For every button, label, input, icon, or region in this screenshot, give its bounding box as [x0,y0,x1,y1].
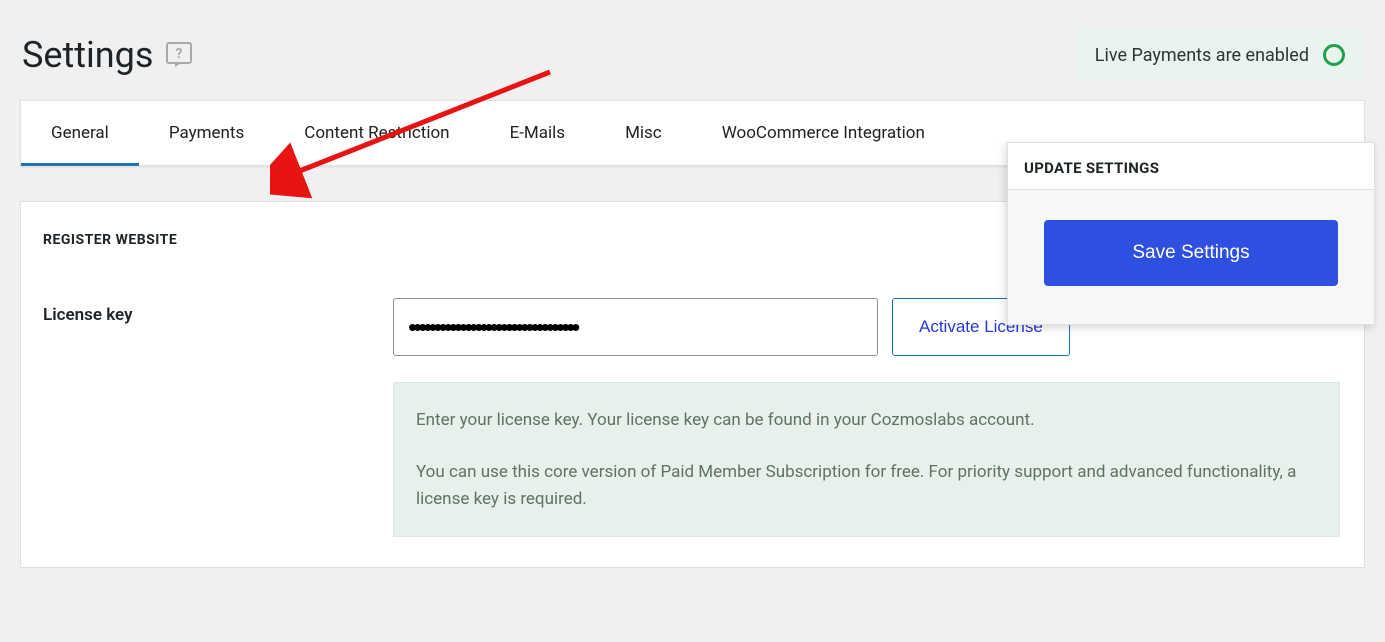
license-key-label: License key [43,298,373,325]
info-text-1: Enter your license key. Your license key… [416,407,1317,433]
tab-woocommerce-integration[interactable]: WooCommerce Integration [692,101,955,165]
tab-general[interactable]: General [21,101,139,165]
license-info-box: Enter your license key. Your license key… [393,382,1340,537]
page-title: Settings [22,34,153,76]
help-icon[interactable]: ? [165,41,193,69]
svg-text:?: ? [176,46,183,62]
tab-emails[interactable]: E-Mails [480,101,596,165]
status-badge: Live Payments are enabled [1075,30,1365,80]
tab-payments[interactable]: Payments [139,101,274,165]
info-text-2: You can use this core version of Paid Me… [416,459,1317,512]
update-settings-sidebar: UPDATE SETTINGS Save Settings [1007,142,1375,325]
license-key-input[interactable] [393,298,878,356]
tab-misc[interactable]: Misc [595,101,692,165]
save-settings-button[interactable]: Save Settings [1044,220,1338,286]
tab-content-restriction[interactable]: Content Restriction [274,101,479,165]
update-settings-heading: UPDATE SETTINGS [1008,143,1374,190]
status-text: Live Payments are enabled [1095,45,1309,66]
status-circle-icon [1323,44,1345,66]
